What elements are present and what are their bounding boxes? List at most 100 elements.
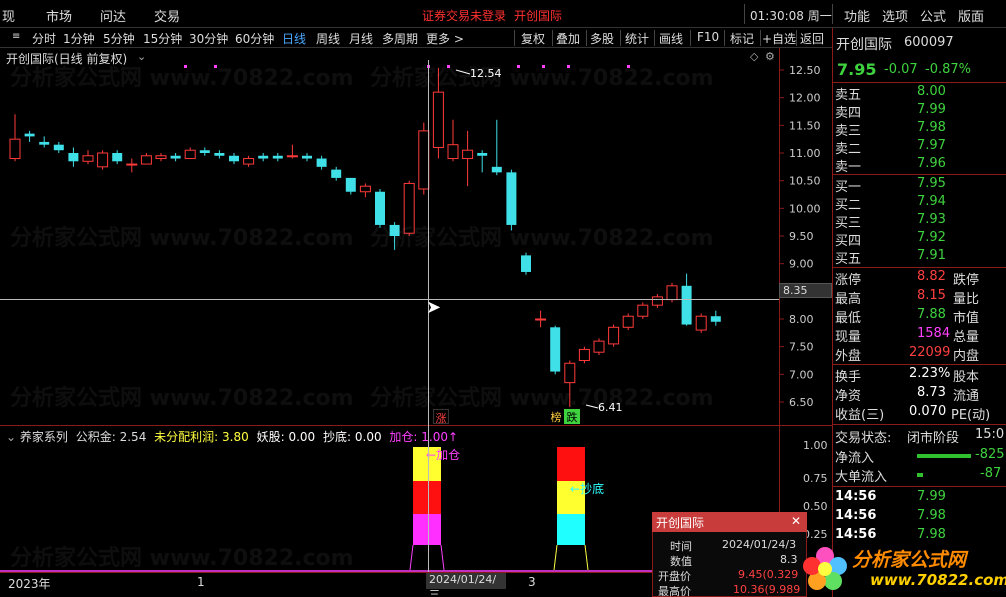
menu-item-layout[interactable]: 版面 [958, 6, 984, 25]
menu-item-options[interactable]: 选项 [882, 6, 908, 25]
candle-body[interactable] [126, 163, 138, 166]
candle-body[interactable] [258, 155, 269, 159]
candle-body[interactable] [155, 155, 167, 160]
tab-period-monthly[interactable]: 月线 [349, 30, 373, 47]
tab-period-fenshi[interactable]: 分时 [32, 30, 56, 47]
tab-period-multi[interactable]: 多周期 [382, 30, 418, 47]
chevron-down-icon[interactable]: ⌄ [6, 430, 16, 444]
tab-period-5min[interactable]: 5分钟 [103, 30, 135, 47]
chevron-down-icon[interactable]: ⌄ [137, 50, 146, 63]
bid-row[interactable]: 买五 7.91 [835, 248, 1003, 267]
candle-body[interactable] [331, 169, 342, 178]
notice-stock-name: 开创国际 [514, 9, 563, 23]
candle-body[interactable] [199, 150, 210, 153]
tool-multistock-button[interactable]: 多股 [590, 30, 614, 47]
xaxis-year: 2023年 [8, 577, 51, 591]
signal-dot [567, 65, 570, 68]
candle-body[interactable] [184, 149, 196, 160]
bid-row[interactable]: 买三 7.93 [835, 212, 1003, 231]
tool-draw-button[interactable]: 画线 [659, 30, 683, 47]
candle-body[interactable] [39, 141, 50, 145]
tab-period-daily[interactable]: 日线 [282, 30, 306, 47]
candle-body[interactable] [82, 155, 94, 162]
candle-body[interactable] [447, 144, 459, 160]
candle-body[interactable] [578, 348, 590, 361]
candle-body[interactable] [375, 191, 385, 225]
menu-item-function[interactable]: 功能 [844, 6, 870, 25]
candle-body[interactable] [695, 315, 707, 331]
candle-body[interactable] [681, 285, 692, 325]
candle-body[interactable] [359, 185, 371, 193]
candle-body[interactable] [403, 182, 415, 234]
candle-body[interactable] [477, 153, 488, 156]
ask-row[interactable]: 卖一 7.96 [835, 156, 1003, 175]
candle-body[interactable] [506, 172, 517, 225]
candle-body[interactable] [491, 166, 502, 173]
candle-body[interactable] [345, 177, 356, 192]
ask-row[interactable]: 卖三 7.98 [835, 120, 1003, 139]
candle-body[interactable] [229, 155, 239, 162]
candle-body[interactable] [535, 318, 547, 321]
candle-body[interactable] [53, 144, 64, 151]
tool-fuquan-button[interactable]: 复权 [521, 30, 545, 47]
tool-f10-button[interactable]: F10 [697, 30, 719, 44]
candle-body[interactable] [564, 362, 576, 384]
tag-limit-up[interactable]: 涨 [433, 409, 449, 425]
tool-overlay-button[interactable]: 叠加 [556, 30, 580, 47]
menu-item-discover[interactable]: 现 [2, 6, 15, 25]
bid-row[interactable]: 买二 7.94 [835, 194, 1003, 213]
candle-body[interactable] [622, 315, 634, 328]
bid-row[interactable]: 买一 7.95 [835, 176, 1003, 195]
tool-add-favorite-button[interactable]: +自选 [762, 30, 796, 47]
candle-body[interactable] [272, 155, 283, 159]
tag-limit-down[interactable]: 跌 [564, 409, 580, 424]
tag-ranking[interactable]: 榜 [548, 409, 564, 424]
indicator-name[interactable]: 养家系列 [20, 430, 68, 444]
candle-body[interactable] [24, 133, 35, 137]
tool-stats-button[interactable]: 统计 [625, 30, 649, 47]
candle-body[interactable] [710, 316, 721, 322]
trade-login-notice[interactable]: 证券交易未登录 [422, 7, 506, 24]
candle-body[interactable] [608, 326, 620, 345]
candle-body[interactable] [302, 155, 312, 159]
candle-body[interactable] [9, 138, 21, 160]
tab-period-60min[interactable]: 60分钟 [235, 30, 274, 47]
candle-body[interactable] [637, 304, 649, 317]
candle-body[interactable] [432, 91, 444, 148]
candle-body[interactable] [550, 327, 561, 372]
tool-back-button[interactable]: 返回 [800, 30, 824, 47]
ask-row[interactable]: 卖二 7.97 [835, 138, 1003, 157]
candle-body[interactable] [170, 155, 181, 159]
candle-body[interactable] [97, 152, 109, 168]
tab-period-30min[interactable]: 30分钟 [189, 30, 228, 47]
tab-period-more[interactable]: 更多 > [426, 30, 464, 47]
ask-row[interactable]: 卖四 7.99 [835, 102, 1003, 121]
tab-period-weekly[interactable]: 周线 [316, 30, 340, 47]
candle-body[interactable] [521, 255, 531, 272]
price-axis-tick: 10.00 [789, 202, 821, 215]
menu-item-wenda[interactable]: 问达 [100, 6, 126, 25]
diamond-icon[interactable]: ◇ [750, 50, 758, 63]
candle-body[interactable] [316, 158, 327, 167]
ask-row[interactable]: 卖五 8.00 [835, 84, 1003, 103]
candle-body[interactable] [68, 153, 79, 162]
menu-item-market[interactable]: 市场 [46, 6, 72, 25]
candle-body[interactable] [140, 155, 152, 165]
candle-body[interactable] [666, 285, 678, 301]
candle-body[interactable] [243, 158, 255, 165]
tab-period-15min[interactable]: 15分钟 [143, 30, 182, 47]
candle-body[interactable] [286, 155, 298, 158]
close-icon[interactable]: ✕ [791, 514, 801, 528]
settings-icon[interactable]: ⚙ [765, 50, 775, 63]
tab-period-1min[interactable]: 1分钟 [63, 30, 95, 47]
candle-body[interactable] [593, 340, 605, 353]
candle-body[interactable] [214, 153, 225, 156]
candle-body[interactable] [389, 224, 400, 236]
candle-body[interactable] [462, 149, 474, 160]
menu-icon[interactable]: ≡ [12, 31, 20, 42]
menu-item-trade[interactable]: 交易 [154, 6, 180, 25]
candle-body[interactable] [112, 153, 123, 162]
tool-mark-button[interactable]: 标记 [730, 30, 754, 47]
menu-item-formula[interactable]: 公式 [920, 6, 946, 25]
bid-row[interactable]: 买四 7.92 [835, 230, 1003, 249]
